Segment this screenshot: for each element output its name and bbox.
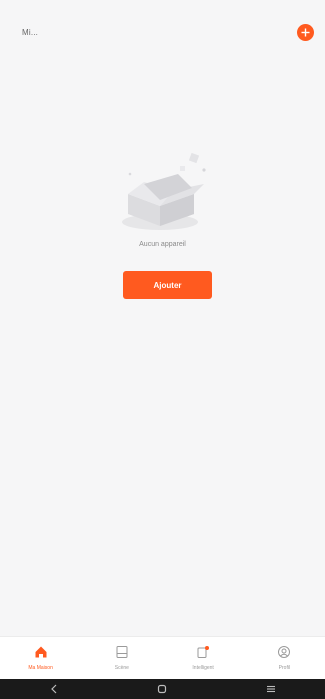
empty-box-icon	[122, 152, 206, 230]
system-home-button[interactable]	[142, 679, 182, 699]
smart-icon	[194, 643, 212, 661]
tab-home[interactable]: Ma Maison	[0, 637, 81, 679]
home-icon	[32, 643, 50, 661]
tab-smart[interactable]: Intelligent	[163, 637, 244, 679]
scene-icon	[113, 643, 131, 661]
add-device-primary-button[interactable]: Ajouter	[123, 271, 212, 299]
add-device-button[interactable]	[297, 24, 314, 41]
system-navigation-bar	[0, 679, 325, 699]
home-name[interactable]: Mi...	[22, 28, 38, 37]
tab-profile[interactable]: Profil	[244, 637, 325, 679]
empty-state: Aucun appareil Ajouter	[0, 140, 325, 310]
back-icon	[51, 684, 57, 694]
tab-label: Scène	[114, 665, 129, 671]
tab-label: Profil	[278, 665, 291, 671]
home-circle-icon	[158, 684, 167, 694]
tab-scene[interactable]: Scène	[81, 637, 162, 679]
recent-apps-button[interactable]	[251, 679, 291, 699]
menu-icon	[266, 685, 275, 693]
plus-icon	[301, 28, 310, 37]
empty-message: Aucun appareil	[139, 241, 186, 248]
profile-icon	[275, 643, 293, 661]
top-bar: Mi...	[0, 0, 325, 64]
tab-label: Intelligent	[192, 665, 214, 671]
bottom-tab-bar: Ma Maison Scène Intelligent Profil	[0, 636, 325, 679]
back-button[interactable]	[34, 679, 74, 699]
tab-label: Ma Maison	[28, 665, 53, 671]
